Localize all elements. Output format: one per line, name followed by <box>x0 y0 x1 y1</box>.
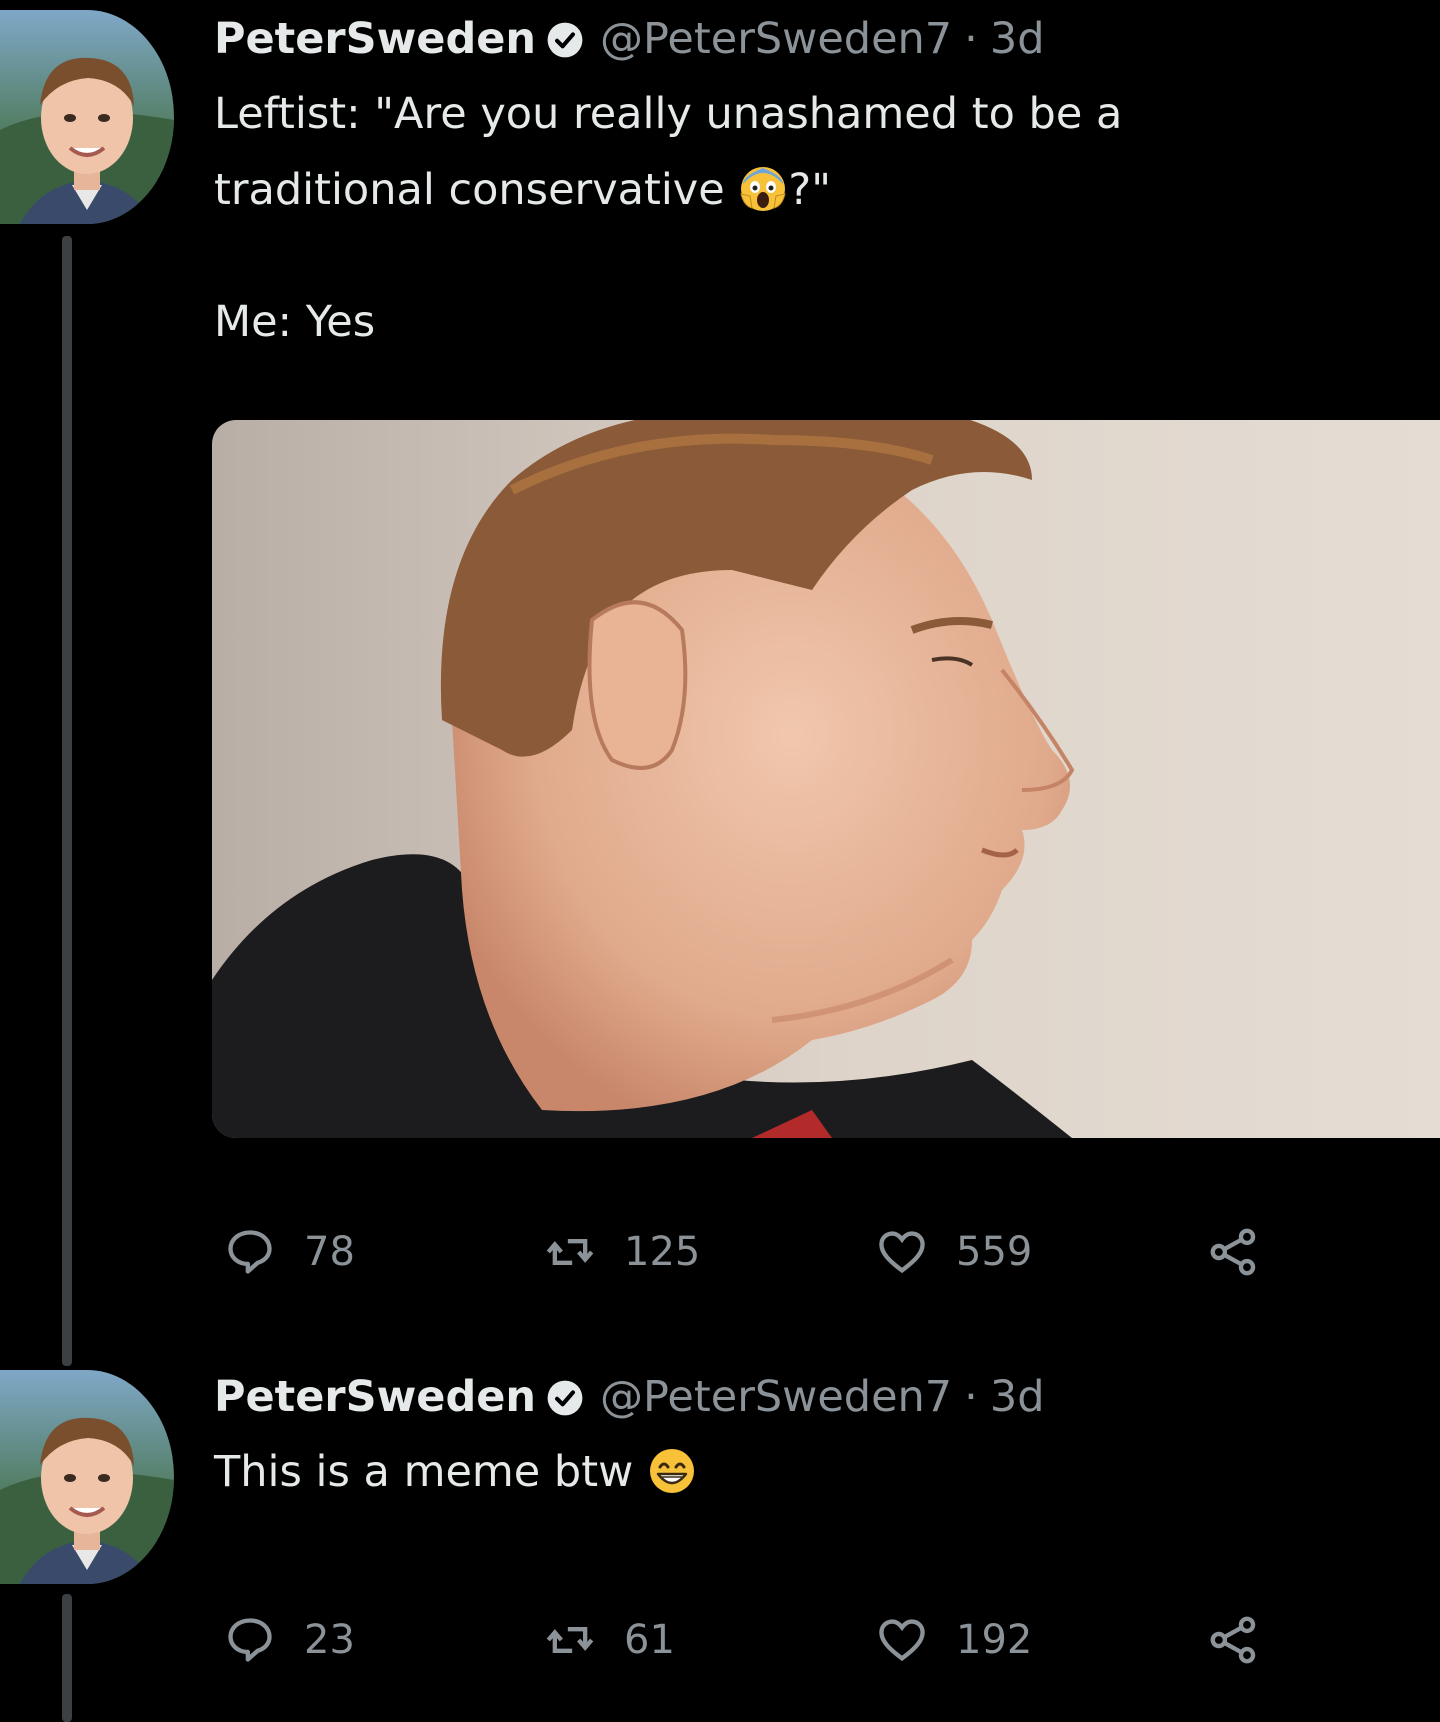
tweet-text-line: Leftist: "Are you really unashamed to be… <box>214 89 1123 139</box>
retweet-button[interactable]: 61 <box>544 1610 675 1670</box>
like-button[interactable]: 559 <box>876 1222 1032 1282</box>
tweet-actions: 78 125 559 <box>214 1222 1314 1282</box>
speech-bubble-icon <box>224 1226 276 1278</box>
timestamp[interactable]: 3d <box>990 18 1045 61</box>
like-count: 559 <box>956 1229 1033 1275</box>
like-button[interactable]: 192 <box>876 1610 1032 1670</box>
tweet-media-photo[interactable] <box>212 420 1440 1138</box>
retweet-count: 61 <box>624 1617 675 1663</box>
heart-icon <box>876 1614 928 1666</box>
verified-badge-icon <box>546 1379 584 1417</box>
tweet-actions: 23 61 192 <box>214 1610 1314 1670</box>
reply-button[interactable]: 78 <box>224 1222 355 1282</box>
thread-connector-line <box>62 236 72 1366</box>
reply-button[interactable]: 23 <box>224 1610 355 1670</box>
thread-connector-line <box>62 1594 72 1722</box>
reply-count: 78 <box>304 1229 355 1275</box>
tweet-header: PeterSweden @PeterSweden7 · 3d <box>214 18 1045 61</box>
tweet-text-line: Me: Yes <box>214 297 376 347</box>
tweet-text-fragment: traditional conservative <box>214 165 725 215</box>
like-count: 192 <box>956 1617 1033 1663</box>
grinning-face-icon <box>647 1446 697 1496</box>
share-icon[interactable] <box>1208 1226 1260 1278</box>
tweet-header: PeterSweden @PeterSweden7 · 3d <box>214 1376 1045 1419</box>
retweet-button[interactable]: 125 <box>544 1222 700 1282</box>
avatar[interactable] <box>0 10 174 224</box>
retweet-count: 125 <box>624 1229 701 1275</box>
display-name[interactable]: PeterSweden <box>214 18 536 61</box>
tweet-body: Leftist: "Are you really unashamed to be… <box>214 76 1122 360</box>
speech-bubble-icon <box>224 1614 276 1666</box>
display-name[interactable]: PeterSweden <box>214 1376 536 1419</box>
tweet-body: This is a meme btw <box>214 1434 697 1510</box>
handle[interactable]: @PeterSweden7 <box>600 18 952 61</box>
tweet-text-fragment: ?" <box>788 165 831 215</box>
tweet-text-line: This is a meme btw <box>214 1447 634 1497</box>
tweet-text-line: traditional conservative ?" <box>214 152 1122 228</box>
share-icon[interactable] <box>1208 1614 1260 1666</box>
handle[interactable]: @PeterSweden7 <box>600 1376 952 1419</box>
reply-count: 23 <box>304 1617 355 1663</box>
verified-badge-icon <box>546 21 584 59</box>
retweet-icon <box>544 1614 596 1666</box>
face-screaming-in-fear-icon <box>738 164 788 214</box>
retweet-icon <box>544 1226 596 1278</box>
avatar[interactable] <box>0 1370 174 1584</box>
separator-dot: · <box>964 14 978 64</box>
separator-dot: · <box>964 1372 978 1422</box>
heart-icon <box>876 1226 928 1278</box>
timestamp[interactable]: 3d <box>990 1376 1045 1419</box>
